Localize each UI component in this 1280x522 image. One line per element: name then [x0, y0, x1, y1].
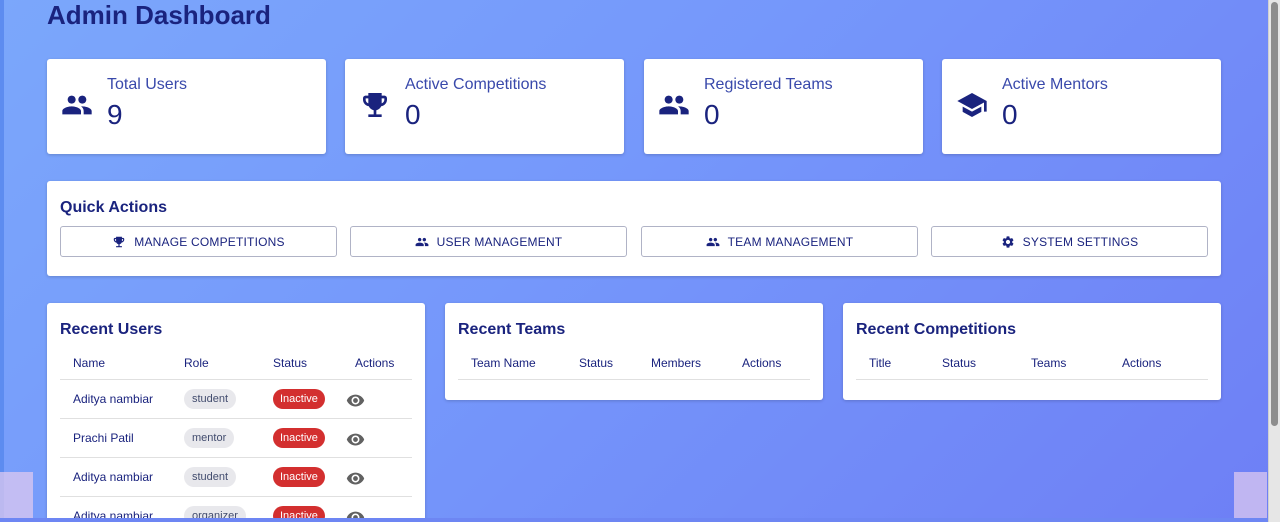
team-management-button[interactable]: TEAM MANAGEMENT [641, 226, 918, 257]
stat-label: Active Mentors [1002, 76, 1108, 93]
column-header-teams: Teams [1031, 356, 1067, 370]
stat-value: 9 [107, 99, 123, 130]
quick-actions-card: Quick Actions MANAGE COMPETITIONS USER M… [47, 181, 1221, 276]
stat-card-active-competitions: Active Competitions 0 [345, 59, 624, 154]
column-header-actions: Actions [1122, 356, 1162, 370]
graduation-cap-icon [955, 88, 989, 122]
column-header-status: Status [942, 356, 977, 370]
column-header-team-name: Team Name [471, 356, 536, 370]
recent-teams-card: Recent Teams Team Name Status Members Ac… [445, 303, 823, 400]
column-header-status: Status [273, 356, 308, 370]
recent-users-title: Recent Users [60, 321, 163, 338]
stat-card-active-mentors: Active Mentors 0 [942, 59, 1221, 154]
manage-competitions-button[interactable]: MANAGE COMPETITIONS [60, 226, 337, 257]
view-eye-icon[interactable] [345, 390, 365, 410]
button-label: SYSTEM SETTINGS [1022, 234, 1139, 249]
user-management-button[interactable]: USER MANAGEMENT [350, 226, 627, 257]
system-settings-button[interactable]: SYSTEM SETTINGS [931, 226, 1208, 257]
scrollbar-thumb[interactable] [1271, 2, 1278, 426]
corner-tab-right [1234, 472, 1267, 522]
trophy-icon [358, 88, 392, 122]
user-name: Aditya nambiar [73, 392, 154, 406]
page-title: Admin Dashboard [47, 0, 271, 30]
recent-competitions-title: Recent Competitions [856, 321, 1017, 338]
column-header-status: Status [579, 356, 614, 370]
status-badge: Inactive [273, 389, 325, 409]
role-chip: mentor [184, 428, 235, 448]
people-icon [415, 237, 429, 246]
stat-label: Registered Teams [704, 76, 833, 93]
table-header-divider [458, 379, 810, 380]
view-eye-icon[interactable] [345, 429, 365, 449]
table-row: Aditya nambiar student Inactive [60, 458, 412, 497]
button-label: USER MANAGEMENT [436, 234, 563, 249]
role-chip: student [184, 467, 237, 487]
bottom-edge [0, 518, 1268, 522]
column-header-name: Name [73, 356, 106, 370]
column-header-members: Members [651, 356, 702, 370]
user-name: Aditya nambiar [73, 470, 154, 484]
role-chip: student [184, 389, 237, 409]
people-icon [60, 88, 94, 122]
button-label: MANAGE COMPETITIONS [134, 234, 285, 249]
column-header-actions: Actions [355, 356, 395, 370]
table-row: Aditya nambiar student Inactive [60, 380, 412, 419]
stat-card-registered-teams: Registered Teams 0 [644, 59, 923, 154]
people-icon [657, 88, 691, 122]
recent-teams-title: Recent Teams [458, 321, 566, 338]
stat-value: 0 [405, 99, 421, 130]
user-name: Prachi Patil [73, 431, 134, 445]
stat-card-total-users: Total Users 9 [47, 59, 326, 154]
recent-competitions-card: Recent Competitions Title Status Teams A… [843, 303, 1221, 400]
stat-value: 0 [1002, 99, 1018, 130]
people-icon [706, 237, 720, 246]
column-header-title: Title [869, 356, 892, 370]
table-row: Prachi Patil mentor Inactive [60, 419, 412, 458]
stat-value: 0 [704, 99, 720, 130]
status-badge: Inactive [273, 467, 325, 487]
view-eye-icon[interactable] [345, 468, 365, 488]
column-header-actions: Actions [742, 356, 782, 370]
vertical-scrollbar[interactable] [1268, 0, 1280, 522]
column-header-role: Role [184, 356, 209, 370]
gear-icon [1002, 235, 1014, 248]
table-header-divider [856, 379, 1208, 380]
left-edge [0, 0, 4, 522]
recent-users-card: Recent Users Name Role Status Actions Ad… [47, 303, 425, 522]
stat-label: Total Users [107, 76, 188, 93]
quick-actions-title: Quick Actions [60, 199, 167, 216]
stat-label: Active Competitions [405, 76, 547, 93]
button-label: TEAM MANAGEMENT [727, 234, 854, 249]
status-badge: Inactive [273, 428, 325, 448]
trophy-icon [114, 236, 125, 247]
corner-tab-left [0, 472, 33, 522]
